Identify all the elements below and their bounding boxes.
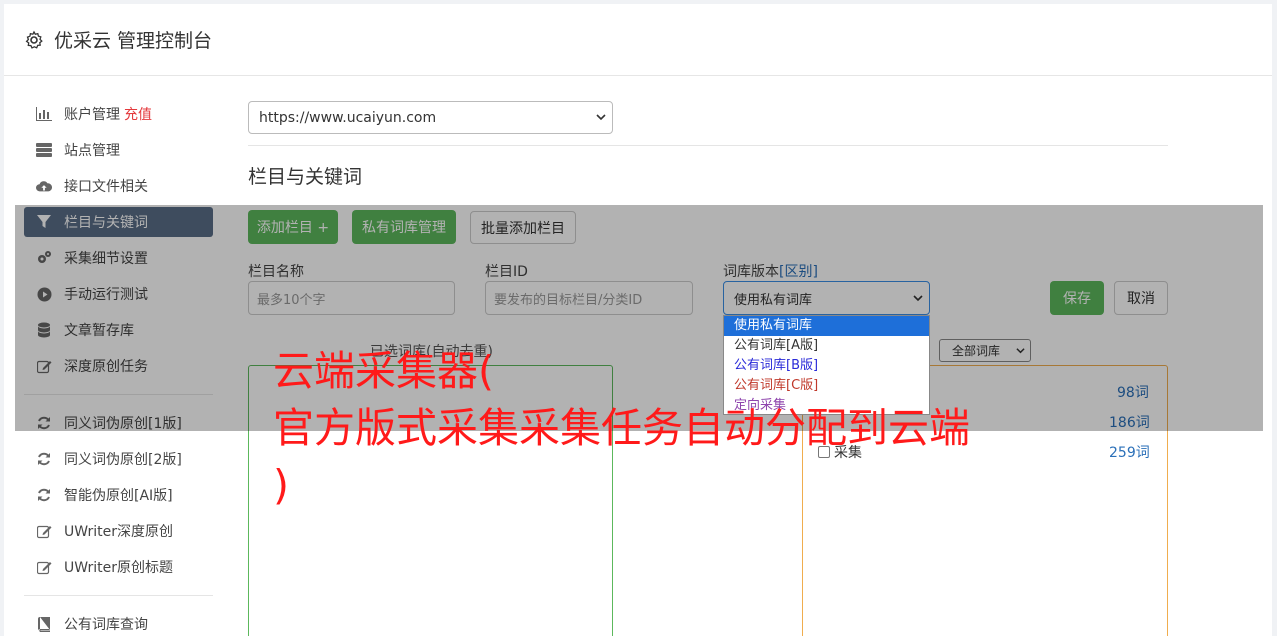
- chevron-down-icon: [596, 114, 606, 121]
- sidebar-divider: [24, 394, 213, 395]
- sidebar-item-label: 深度原创任务: [64, 359, 148, 375]
- divider: [248, 145, 1168, 146]
- sidebar-item-label: 文章暂存库: [64, 323, 134, 339]
- refresh-icon: [36, 415, 52, 431]
- sidebar-item-label: 同义词伪原创[1版]: [64, 416, 182, 432]
- cloud-upload-icon: [36, 178, 52, 194]
- add-column-button[interactable]: 添加栏目 +: [248, 210, 338, 244]
- sidebar-item-article-store[interactable]: 文章暂存库: [24, 315, 213, 345]
- batch-add-button[interactable]: 批量添加栏目: [470, 211, 576, 244]
- sidebar-item-columns-keywords[interactable]: 栏目与关键词: [24, 207, 213, 237]
- sidebar-item-label: UWriter深度原创: [64, 524, 173, 540]
- site-select[interactable]: https://www.ucaiyun.com: [248, 101, 613, 134]
- sidebar-item-synonym-v2[interactable]: 同义词伪原创[2版]: [24, 444, 213, 474]
- lib-version-text: 词库版本: [723, 264, 779, 280]
- lib-count: 98词: [1117, 385, 1149, 401]
- gear-icon: [25, 30, 43, 49]
- refresh-icon: [36, 487, 52, 503]
- difference-link[interactable]: [区别]: [779, 264, 818, 280]
- lib-version-select[interactable]: 使用私有词库: [723, 281, 930, 315]
- lib-version-value: 使用私有词库: [734, 292, 813, 308]
- app-header: 优采云 管理控制台: [4, 4, 1272, 76]
- edit-icon: [36, 523, 52, 539]
- server-icon: [36, 142, 52, 158]
- gears-icon: [36, 250, 52, 266]
- edit-icon: [36, 358, 52, 374]
- site-select-value: https://www.ucaiyun.com: [259, 109, 437, 126]
- sidebar-item-label: 栏目与关键词: [64, 215, 148, 231]
- column-name-label: 栏目名称: [248, 264, 304, 280]
- edit-icon: [36, 559, 52, 575]
- sidebar-item-label: 站点管理: [64, 143, 120, 159]
- save-button[interactable]: 保存: [1050, 281, 1104, 315]
- refresh-icon: [36, 451, 52, 467]
- sidebar-item-label: 手动运行测试: [64, 287, 148, 303]
- cancel-button[interactable]: 取消: [1114, 281, 1168, 315]
- chevron-down-icon: [913, 295, 923, 302]
- sidebar-item-label: 账户管理: [64, 107, 120, 123]
- sidebar-item-uwriter-title[interactable]: UWriter原创标题: [24, 552, 213, 582]
- lib-count: 186词: [1109, 415, 1150, 431]
- sidebar-item-sites[interactable]: 站点管理: [24, 135, 213, 165]
- sidebar-item-collect-settings[interactable]: 采集细节设置: [24, 243, 213, 273]
- sidebar-item-label: 公有词库查询: [64, 617, 148, 633]
- sidebar-item-label: UWriter原创标题: [64, 560, 173, 576]
- bar-chart-icon: [36, 106, 52, 122]
- app-title: 优采云 管理控制台: [54, 30, 213, 52]
- watermark-text: 云端采集器( 官方版式采集采集任务自动分配到云端 ): [273, 343, 1033, 514]
- watermark-line: 官方版式采集采集任务自动分配到云端: [273, 404, 970, 452]
- sidebar-item-label: 采集细节设置: [64, 251, 148, 267]
- play-circle-icon: [36, 286, 52, 302]
- private-lib-button[interactable]: 私有词库管理: [352, 210, 456, 244]
- dropdown-option[interactable]: 使用私有词库: [724, 316, 929, 336]
- watermark-line: ): [273, 461, 289, 509]
- database-icon: [36, 322, 52, 338]
- sidebar-item-label: 同义词伪原创[2版]: [64, 452, 182, 468]
- column-id-label: 栏目ID: [485, 264, 528, 280]
- sidebar-item-api-files[interactable]: 接口文件相关: [24, 171, 213, 201]
- watermark-line: 云端采集器(: [273, 347, 494, 395]
- sidebar-item-manual-run[interactable]: 手动运行测试: [24, 279, 213, 309]
- recharge-link[interactable]: 充值: [124, 104, 152, 124]
- sidebar-item-account[interactable]: 账户管理 充值: [24, 99, 213, 129]
- filter-icon: [36, 214, 52, 230]
- column-name-input[interactable]: 最多10个字: [248, 281, 455, 315]
- sidebar-item-label: 智能伪原创[AI版]: [64, 488, 173, 504]
- section-title: 栏目与关键词: [248, 166, 363, 188]
- sidebar-item-ai-rewrite[interactable]: 智能伪原创[AI版]: [24, 480, 213, 510]
- sidebar-item-label: 接口文件相关: [64, 179, 148, 195]
- sidebar-item-deep-original[interactable]: 深度原创任务: [24, 351, 213, 381]
- sidebar-item-synonym-v1[interactable]: 同义词伪原创[1版]: [24, 408, 213, 438]
- sidebar-item-uwriter-deep[interactable]: UWriter深度原创: [24, 516, 213, 546]
- column-id-input[interactable]: 要发布的目标栏目/分类ID: [485, 281, 693, 315]
- lib-version-label: 词库版本[区别]: [723, 261, 818, 281]
- lib-count: 259词: [1109, 445, 1150, 461]
- sidebar-divider: [24, 595, 213, 596]
- book-icon: [36, 616, 52, 632]
- sidebar-item-public-lib[interactable]: 公有词库查询: [24, 609, 213, 636]
